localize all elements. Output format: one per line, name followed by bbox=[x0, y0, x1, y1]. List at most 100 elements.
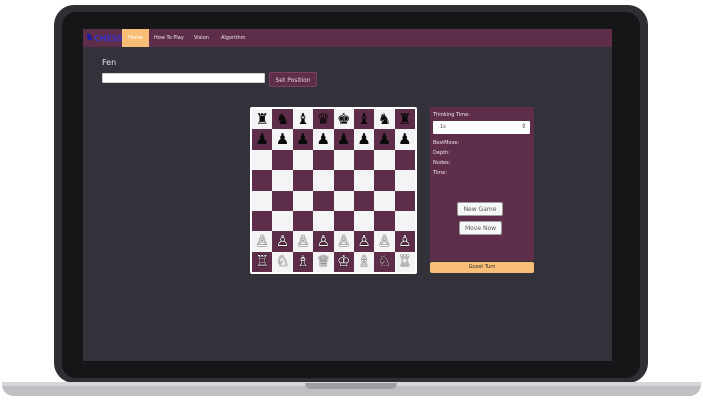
board-square-a2[interactable]: ♙ bbox=[252, 231, 273, 252]
chess-piece[interactable]: ♟ bbox=[317, 132, 330, 147]
board-square-h6[interactable] bbox=[394, 149, 415, 171]
board-square-f3[interactable] bbox=[353, 210, 375, 232]
board-square-e8[interactable]: ♚ bbox=[333, 109, 354, 130]
board-square-c2[interactable]: ♙ bbox=[292, 231, 314, 252]
nav-item-how-to-play[interactable]: How To Play bbox=[154, 29, 184, 47]
board-square-a1[interactable]: ♖ bbox=[252, 251, 273, 272]
board-square-e4[interactable] bbox=[333, 190, 354, 211]
board-square-e5[interactable] bbox=[333, 170, 354, 191]
chess-piece[interactable]: ♝ bbox=[296, 111, 309, 127]
board-square-g8[interactable]: ♞ bbox=[374, 109, 395, 130]
chess-piece[interactable]: ♟ bbox=[296, 132, 309, 147]
chess-piece[interactable]: ♝ bbox=[357, 111, 370, 127]
chess-piece[interactable]: ♖ bbox=[255, 254, 268, 269]
board-square-g7[interactable]: ♟ bbox=[374, 129, 395, 150]
chess-piece[interactable]: ♗ bbox=[357, 254, 370, 269]
move-now-button[interactable]: Move Now bbox=[459, 221, 502, 235]
board-square-b3[interactable] bbox=[272, 210, 293, 232]
board-square-c6[interactable] bbox=[292, 149, 314, 171]
chess-piece[interactable]: ♙ bbox=[398, 233, 411, 249]
chess-piece[interactable]: ♞ bbox=[276, 111, 289, 127]
chess-piece[interactable]: ♔ bbox=[337, 254, 350, 269]
board-square-f5[interactable] bbox=[353, 170, 375, 191]
chess-piece[interactable]: ♙ bbox=[276, 233, 289, 249]
set-position-button[interactable]: Set Position bbox=[269, 72, 317, 87]
nav-item-vision[interactable]: Vision bbox=[194, 29, 209, 47]
board-square-d5[interactable] bbox=[313, 170, 334, 191]
chess-board[interactable]: ♜ ♞ ♝ ♛ ♚ ♝ ♞ ♜ ♟ ♟ ♟ ♟ ♟ ♟ ♟ ♟ ♙ ♙ ♙ ♙ ♙ ♙ ♙ ♙ ♖ ♘ ♗ ♕ ♔ ♗ ♘ ♖ bbox=[250, 107, 417, 274]
board-square-b6[interactable] bbox=[272, 149, 293, 171]
chess-piece[interactable]: ♚ bbox=[337, 111, 350, 127]
board-square-h1[interactable]: ♖ bbox=[394, 251, 415, 272]
board-square-h8[interactable]: ♜ bbox=[394, 109, 415, 130]
board-square-f4[interactable] bbox=[353, 190, 375, 211]
chess-piece[interactable]: ♕ bbox=[317, 254, 330, 269]
board-square-f8[interactable]: ♝ bbox=[353, 109, 375, 130]
board-square-g4[interactable] bbox=[374, 190, 395, 211]
thinking-time-select[interactable]: 1s ⇕ bbox=[433, 121, 530, 134]
chess-piece[interactable]: ♙ bbox=[255, 233, 268, 249]
chess-piece[interactable]: ♟ bbox=[255, 132, 268, 147]
board-square-a5[interactable] bbox=[252, 170, 273, 191]
board-square-h2[interactable]: ♙ bbox=[394, 231, 415, 252]
fen-input[interactable] bbox=[102, 73, 265, 83]
board-square-g1[interactable]: ♘ bbox=[374, 251, 395, 272]
board-square-c8[interactable]: ♝ bbox=[292, 109, 314, 130]
board-square-h4[interactable] bbox=[394, 190, 415, 211]
board-square-f2[interactable]: ♙ bbox=[353, 231, 375, 252]
board-square-h3[interactable] bbox=[394, 210, 415, 232]
chess-piece[interactable]: ♗ bbox=[296, 254, 309, 269]
board-square-e1[interactable]: ♔ bbox=[333, 251, 354, 272]
board-square-d2[interactable]: ♙ bbox=[313, 231, 334, 252]
board-square-g6[interactable] bbox=[374, 149, 395, 171]
board-square-d3[interactable] bbox=[313, 210, 334, 232]
brand-logo[interactable]: ♞ CHESS bbox=[85, 32, 123, 44]
chess-piece[interactable]: ♙ bbox=[357, 233, 370, 249]
board-square-a8[interactable]: ♜ bbox=[252, 109, 273, 130]
chess-piece[interactable]: ♜ bbox=[255, 111, 268, 127]
chess-piece[interactable]: ♙ bbox=[317, 233, 330, 249]
chess-piece[interactable]: ♟ bbox=[398, 132, 411, 147]
chess-piece[interactable]: ♘ bbox=[378, 254, 391, 269]
chess-piece[interactable]: ♟ bbox=[276, 132, 289, 147]
chess-piece[interactable]: ♙ bbox=[378, 233, 391, 249]
chess-piece[interactable]: ♛ bbox=[317, 111, 330, 127]
chess-piece[interactable]: ♟ bbox=[378, 132, 391, 147]
board-square-b2[interactable]: ♙ bbox=[272, 231, 293, 252]
board-square-e3[interactable] bbox=[333, 210, 354, 232]
nav-item-home[interactable]: Home bbox=[122, 29, 149, 47]
board-square-e6[interactable] bbox=[333, 149, 354, 171]
board-square-b7[interactable]: ♟ bbox=[272, 129, 293, 150]
nav-item-algorithm[interactable]: Algorithm bbox=[221, 29, 246, 47]
board-square-f7[interactable]: ♟ bbox=[353, 129, 375, 150]
board-square-c1[interactable]: ♗ bbox=[292, 251, 314, 272]
board-square-d4[interactable] bbox=[313, 190, 334, 211]
new-game-button[interactable]: New Game bbox=[457, 202, 503, 216]
chess-piece[interactable]: ♘ bbox=[276, 254, 289, 269]
board-square-h7[interactable]: ♟ bbox=[394, 129, 415, 150]
chess-piece[interactable]: ♙ bbox=[337, 233, 350, 249]
board-square-b8[interactable]: ♞ bbox=[272, 109, 293, 130]
board-square-c7[interactable]: ♟ bbox=[292, 129, 314, 150]
board-square-c3[interactable] bbox=[292, 210, 314, 232]
board-square-d6[interactable] bbox=[313, 149, 334, 171]
board-square-e2[interactable]: ♙ bbox=[333, 231, 354, 252]
board-square-b5[interactable] bbox=[272, 170, 293, 191]
board-square-a6[interactable] bbox=[252, 149, 273, 171]
board-square-b4[interactable] bbox=[272, 190, 293, 211]
board-square-c4[interactable] bbox=[292, 190, 314, 211]
board-square-c5[interactable] bbox=[292, 170, 314, 191]
chess-piece[interactable]: ♞ bbox=[378, 111, 391, 127]
board-square-d8[interactable]: ♛ bbox=[313, 109, 334, 130]
board-square-d7[interactable]: ♟ bbox=[313, 129, 334, 150]
board-square-b1[interactable]: ♘ bbox=[272, 251, 293, 272]
board-square-h5[interactable] bbox=[394, 170, 415, 191]
board-square-f6[interactable] bbox=[353, 149, 375, 171]
board-square-e7[interactable]: ♟ bbox=[333, 129, 354, 150]
board-square-a4[interactable] bbox=[252, 190, 273, 211]
board-square-g3[interactable] bbox=[374, 210, 395, 232]
chess-piece[interactable]: ♜ bbox=[398, 111, 411, 127]
chess-piece[interactable]: ♟ bbox=[337, 132, 350, 147]
board-square-g5[interactable] bbox=[374, 170, 395, 191]
board-square-f1[interactable]: ♗ bbox=[353, 251, 375, 272]
